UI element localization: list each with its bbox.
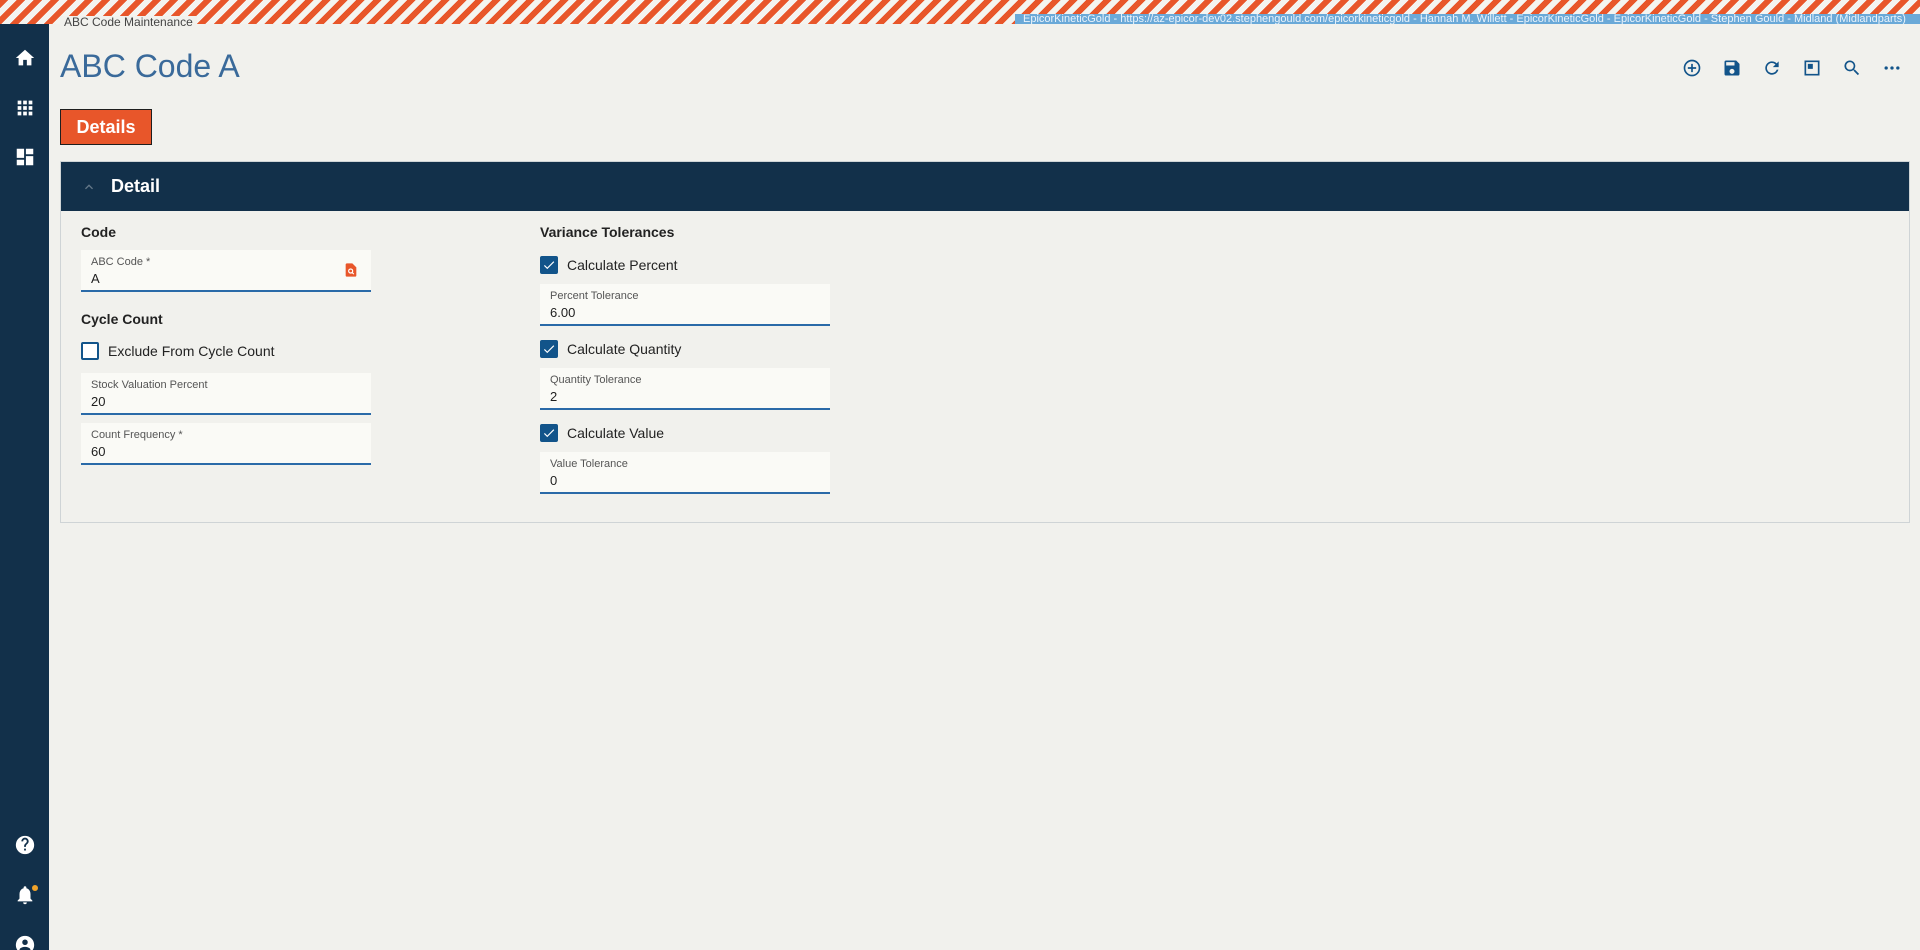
calculate-quantity-label: Calculate Quantity xyxy=(567,341,682,357)
stock-valuation-field[interactable]: Stock Valuation Percent xyxy=(81,373,371,415)
abc-code-input[interactable] xyxy=(91,271,331,286)
checkbox-box[interactable] xyxy=(540,340,558,358)
add-icon xyxy=(1683,59,1701,77)
quantity-tolerance-label: Quantity Tolerance xyxy=(550,374,642,386)
dashboard-icon xyxy=(16,148,33,166)
sidebar xyxy=(0,24,49,950)
abc-code-field[interactable]: ABC Code * xyxy=(81,250,371,292)
home-icon xyxy=(15,49,34,66)
check-icon xyxy=(543,261,555,270)
grid-icon xyxy=(17,100,32,116)
cycle-count-section-title: Cycle Count xyxy=(81,311,163,327)
calculate-percent-checkbox[interactable]: Calculate Percent xyxy=(540,256,678,274)
layout-icon xyxy=(1804,60,1820,76)
code-section-title: Code xyxy=(81,224,116,240)
page-title: ABC Code A xyxy=(60,48,240,84)
layout-button[interactable] xyxy=(1800,56,1824,80)
dashboard-button[interactable] xyxy=(0,137,49,177)
environment-info: EpicorKineticGold - https://az-epicor-de… xyxy=(1015,14,1920,24)
lookup-icon[interactable] xyxy=(343,262,359,278)
quantity-tolerance-input[interactable] xyxy=(550,389,790,404)
notification-dot xyxy=(32,885,38,891)
breadcrumb[interactable]: ABC Code Maintenance xyxy=(60,16,197,28)
save-button[interactable] xyxy=(1720,56,1744,80)
value-tolerance-input[interactable] xyxy=(550,473,790,488)
calculate-value-checkbox[interactable]: Calculate Value xyxy=(540,424,664,442)
exclude-cycle-count-label: Exclude From Cycle Count xyxy=(108,343,275,359)
percent-tolerance-input[interactable] xyxy=(550,305,790,320)
exclude-cycle-count-checkbox[interactable]: Exclude From Cycle Count xyxy=(81,342,275,360)
variance-section-title: Variance Tolerances xyxy=(540,224,675,240)
percent-tolerance-field[interactable]: Percent Tolerance xyxy=(540,284,830,326)
calculate-quantity-checkbox[interactable]: Calculate Quantity xyxy=(540,340,681,358)
checkbox-box[interactable] xyxy=(540,424,558,442)
checkbox-box[interactable] xyxy=(540,256,558,274)
environment-bar: ABC Code Maintenance EpicorKineticGold -… xyxy=(0,0,1920,28)
help-button[interactable] xyxy=(0,825,49,865)
percent-tolerance-label: Percent Tolerance xyxy=(550,290,639,302)
help-icon xyxy=(15,835,34,855)
value-tolerance-label: Value Tolerance xyxy=(550,458,628,470)
stock-valuation-label: Stock Valuation Percent xyxy=(91,379,208,391)
search-icon xyxy=(1844,60,1860,76)
toolbar xyxy=(1680,56,1904,80)
check-icon xyxy=(543,345,555,354)
chevron-up-icon[interactable] xyxy=(81,179,97,195)
refresh-button[interactable] xyxy=(1760,56,1784,80)
value-tolerance-field[interactable]: Value Tolerance xyxy=(540,452,830,494)
home-button[interactable] xyxy=(0,38,49,78)
more-button[interactable] xyxy=(1880,56,1904,80)
detail-panel: Detail Code ABC Code * Cycle Count Exclu… xyxy=(60,161,1910,523)
save-icon xyxy=(1724,60,1740,76)
notifications-button[interactable] xyxy=(0,875,49,915)
stock-valuation-input[interactable] xyxy=(91,394,331,409)
checkbox-box[interactable] xyxy=(81,342,99,360)
panel-title: Detail xyxy=(111,176,161,196)
account-button[interactable] xyxy=(0,925,49,950)
calculate-percent-label: Calculate Percent xyxy=(567,257,678,273)
count-frequency-input[interactable] xyxy=(91,444,331,459)
search-button[interactable] xyxy=(1840,56,1864,80)
abc-code-label: ABC Code * xyxy=(91,256,151,268)
more-icon xyxy=(1884,66,1900,70)
check-icon xyxy=(543,429,555,438)
count-frequency-field[interactable]: Count Frequency * xyxy=(81,423,371,465)
add-button[interactable] xyxy=(1680,56,1704,80)
refresh-icon xyxy=(1765,61,1779,75)
quantity-tolerance-field[interactable]: Quantity Tolerance xyxy=(540,368,830,410)
apps-button[interactable] xyxy=(0,88,49,128)
detail-panel-header[interactable]: Detail xyxy=(61,162,1909,211)
count-frequency-label: Count Frequency * xyxy=(91,429,183,441)
calculate-value-label: Calculate Value xyxy=(567,425,665,441)
tab-details[interactable]: Details xyxy=(60,109,152,145)
user-icon xyxy=(15,935,34,950)
